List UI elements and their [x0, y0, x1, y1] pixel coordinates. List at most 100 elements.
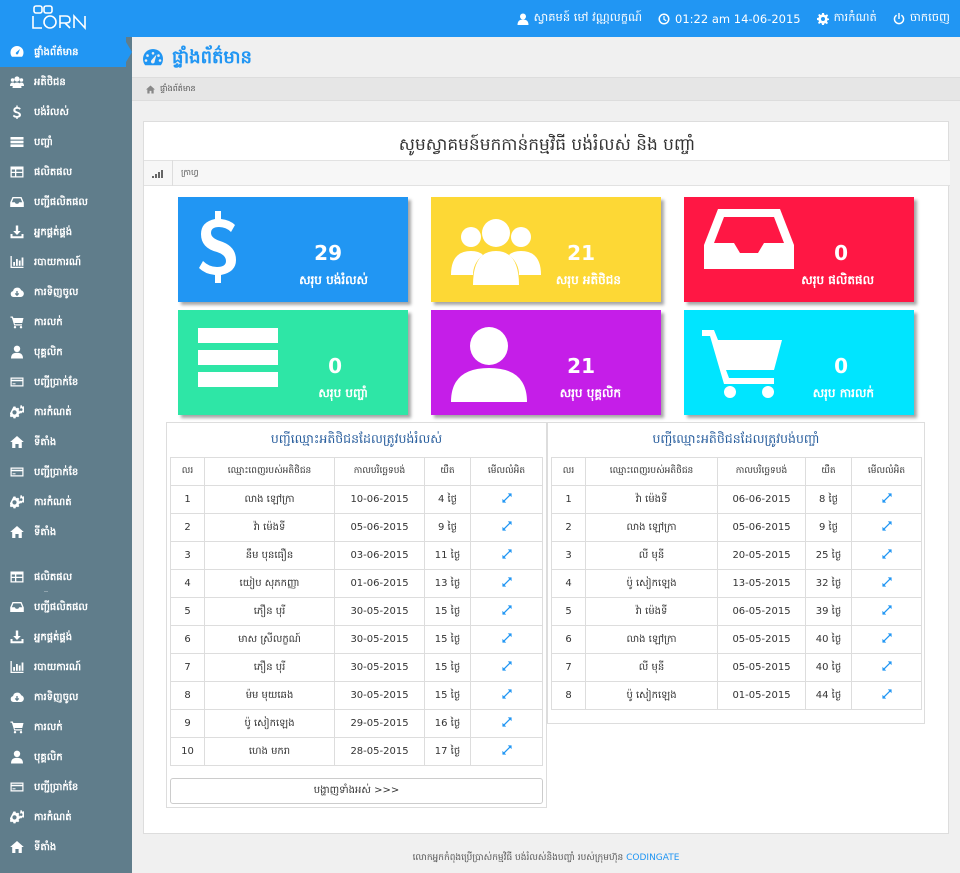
view-detail-button[interactable] [470, 737, 543, 766]
sidebar-item[interactable]: អ្នកផ្គត់ផ្គង់ [0, 622, 132, 652]
sidebar-item[interactable]: បញ្ជីផលិតផល [0, 592, 132, 622]
sidebar-item[interactable]: បុគ្គលិក [0, 742, 132, 772]
sidebar-item[interactable]: បញ្ជីប្រាក់ខែ [0, 457, 132, 487]
footer-brand-link[interactable]: CODINGATE [626, 853, 679, 863]
home-icon [10, 841, 24, 853]
inbox-icon [10, 602, 24, 612]
view-all-button[interactable]: បង្ហាញទាំងអស់ >>> [170, 778, 543, 804]
app-logo[interactable] [30, 4, 90, 32]
page-title: ផ្ទាំងព័ត៌មាន [172, 46, 252, 68]
installment-due-title: បញ្ជីឈ្មោះអតិថិជនដែលត្រូវបង់រំលស់ [270, 431, 443, 446]
tile-sales-value: 0 [834, 354, 848, 378]
sidebar-item[interactable]: របាយការណ៍ [0, 247, 132, 277]
view-detail-button[interactable] [851, 541, 922, 570]
sidebar-item[interactable]: បង់រំលស់ [0, 97, 132, 127]
view-detail-button[interactable] [851, 681, 922, 710]
table-row: 3 នឹម បុនធឿន 03-06-2015 11 ថ្ងៃ [170, 541, 543, 570]
tile-installments[interactable]: 29 សរុប បង់រំលស់ [178, 197, 408, 302]
col-late: យឺត [805, 457, 852, 486]
sidebar-item[interactable]: ផ្ទាំងព័ត៌មាន [0, 37, 132, 67]
download-icon [10, 225, 24, 239]
footer-text: លោកអ្នកកំពុងប្រើប្រាស់កម្មវិធី បង់រំលស់ន… [412, 853, 624, 863]
view-detail-button[interactable] [851, 653, 922, 682]
view-detail-button[interactable] [470, 625, 543, 654]
sidebar-item[interactable]: អ្នកផ្គត់ផ្គង់ [0, 217, 132, 247]
due-date: 05-05-2015 [717, 625, 806, 654]
tile-sales[interactable]: 0 សរុប ការលក់ [684, 310, 914, 415]
days-late: 40 ថ្ងៃ [805, 653, 852, 682]
view-detail-button[interactable] [470, 653, 543, 682]
clock-icon [658, 13, 670, 24]
sidebar-item-label: បញ្ជីប្រាក់ខែ [34, 466, 79, 478]
home-icon [10, 526, 24, 538]
sidebar-item[interactable]: ផលិតផល [0, 157, 132, 187]
due-date: 20-05-2015 [717, 541, 806, 570]
view-detail-button[interactable] [470, 709, 543, 738]
tile-customers-label: សរុប អតិថិជន [555, 273, 621, 287]
sidebar-item[interactable]: ការទិញចូល [0, 682, 132, 712]
tile-products-value: 0 [834, 241, 848, 265]
expand-icon [881, 689, 892, 699]
sidebar-item[interactable]: បញ្ចាំ [0, 127, 132, 157]
sidebar-item[interactable]: ការលក់ [0, 307, 132, 337]
sidebar-item[interactable]: ការកំណត់ [0, 397, 132, 427]
sidebar-item[interactable]: ការទិញចូល [0, 277, 132, 307]
sidebar-item[interactable]: អតិថិជន [0, 67, 132, 97]
view-detail-button[interactable] [851, 625, 922, 654]
logout-link[interactable]: ចាកចេញ [893, 10, 950, 27]
row-number: 5 [170, 597, 205, 626]
tile-staff[interactable]: 21 សរុប បុគ្គលិក [431, 310, 661, 415]
server-icon [198, 328, 278, 387]
customer-name: លាង ឡៅក្រា [585, 513, 718, 542]
row-number: 8 [170, 681, 205, 710]
sidebar-item[interactable]: បញ្ជីផលិតផល [0, 187, 132, 217]
sidebar-item[interactable]: ផលិតផល [0, 562, 132, 592]
breadcrumb: ផ្ទាំងព័ត៌មាន [132, 77, 960, 101]
view-detail-button[interactable] [851, 597, 922, 626]
tile-installments-value: 29 [314, 241, 342, 265]
sidebar-item[interactable]: ទីតាំង [0, 517, 132, 547]
tile-customers[interactable]: 21 សរុប អតិថិជន [431, 197, 661, 302]
days-late: 9 ថ្ងៃ [424, 513, 471, 542]
tile-customers-value: 21 [567, 241, 595, 265]
graph-panel-header: ក្រាហ្វ [144, 160, 950, 186]
home-icon [10, 436, 24, 448]
sidebar-item[interactable]: ការកំណត់ [0, 802, 132, 832]
breadcrumb-current[interactable]: ផ្ទាំងព័ត៌មាន [160, 83, 196, 95]
tile-sales-label: សរុប ការលក់ [812, 386, 874, 400]
sidebar-item-label: បង់រំលស់ [34, 106, 69, 118]
view-detail-button[interactable] [470, 541, 543, 570]
settings-link[interactable]: ការកំណត់ [816, 10, 877, 27]
table-row: 4 ប៉ូ សៀកឡេង 13-05-2015 32 ថ្ងៃ [551, 569, 922, 598]
days-late: 8 ថ្ងៃ [805, 485, 852, 514]
cart-icon [702, 330, 782, 398]
view-detail-button[interactable] [851, 485, 922, 514]
row-number: 8 [551, 681, 586, 710]
sidebar-item[interactable]: ការកំណត់ [0, 487, 132, 517]
row-number: 1 [170, 485, 205, 514]
cart-icon [10, 721, 24, 734]
days-late: 44 ថ្ងៃ [805, 681, 852, 710]
user-greeting[interactable]: ស្វាគមន៍ មៅ វណ្ណលក្ខណ៍ [517, 10, 642, 27]
sidebar-item[interactable]: បុគ្គលិក [0, 337, 132, 367]
view-detail-button[interactable] [470, 597, 543, 626]
view-detail-button[interactable] [851, 513, 922, 542]
view-detail-button[interactable] [470, 513, 543, 542]
days-late: 17 ថ្ងៃ [424, 737, 471, 766]
sidebar-item[interactable]: បញ្ជីប្រាក់ខែ [0, 367, 132, 397]
table-row: 2 លាង ឡៅក្រា 05-06-2015 9 ថ្ងៃ [551, 513, 922, 542]
sidebar-item-label: ផលិតផល [34, 166, 73, 178]
tile-products[interactable]: 0 សរុប ផលិតផល [684, 197, 914, 302]
view-detail-button[interactable] [470, 681, 543, 710]
sidebar-item[interactable]: បញ្ជីប្រាក់ខែ [0, 772, 132, 802]
tile-pawns[interactable]: 0 សរុប បញ្ចាំ [178, 310, 408, 415]
view-detail-button[interactable] [470, 569, 543, 598]
customer-name: វ៉ា ម៉េងទី [585, 597, 718, 626]
sidebar-item[interactable]: ទីតាំង [0, 427, 132, 457]
view-detail-button[interactable] [470, 485, 543, 514]
table-row: 4 យៀប សុភកញ្ញា 01-06-2015 13 ថ្ងៃ [170, 569, 543, 598]
view-detail-button[interactable] [851, 569, 922, 598]
sidebar-item[interactable]: របាយការណ៍ [0, 652, 132, 682]
sidebar-item[interactable]: ការលក់ [0, 712, 132, 742]
sidebar-item[interactable]: ទីតាំង [0, 832, 132, 862]
